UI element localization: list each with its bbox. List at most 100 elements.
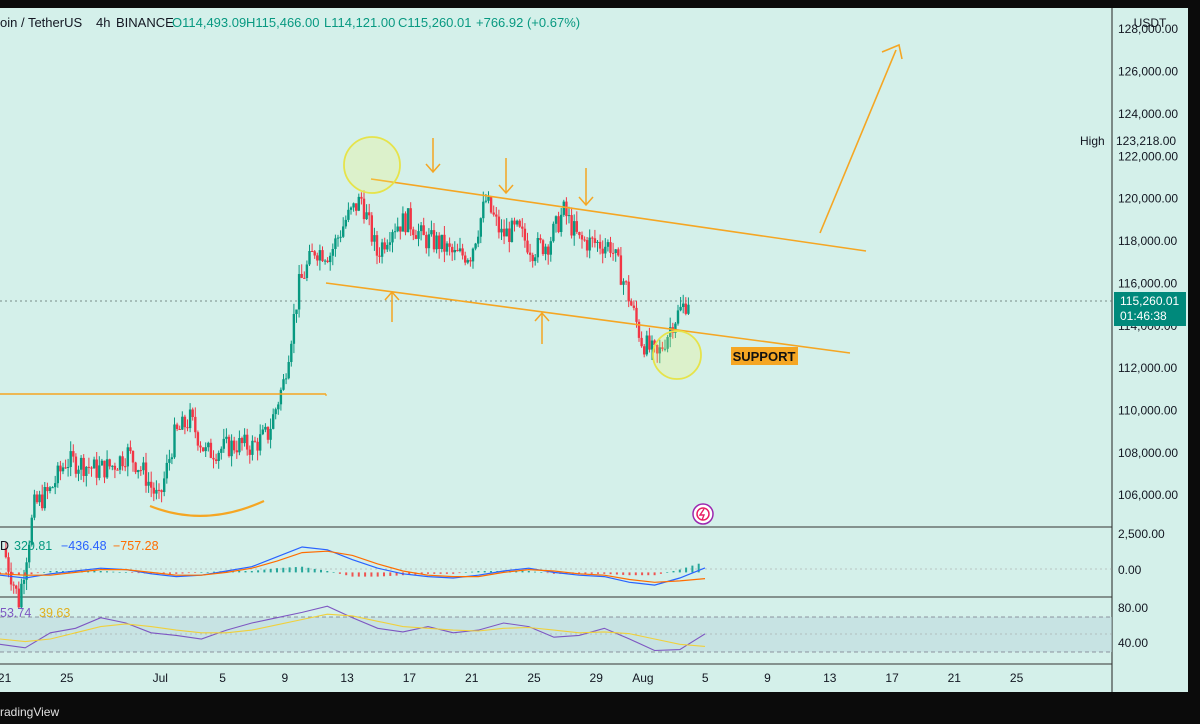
candle-body — [362, 198, 366, 220]
candle-body — [645, 335, 648, 355]
price-tick-label: 126,000.00 — [1118, 65, 1178, 79]
macd-histogram-bar — [169, 572, 171, 574]
macd-histogram-bar — [257, 570, 260, 573]
support-highlight-circle[interactable] — [652, 330, 702, 380]
candle-body — [269, 428, 272, 440]
candle-body — [54, 483, 57, 488]
candle-body — [233, 440, 236, 451]
candle-body — [549, 241, 552, 255]
macd-legend[interactable]: D 320.81 −436.48 −757.28 — [0, 539, 159, 553]
macd-histogram-bar — [238, 571, 241, 573]
macd-histogram-bar — [433, 572, 436, 574]
macd-histogram-bar — [206, 572, 209, 573]
macd-histogram-bar — [131, 572, 134, 573]
candle-body — [676, 310, 680, 324]
macd-histogram-bar — [332, 572, 335, 573]
macd-histogram-bar — [622, 572, 625, 575]
candle-body — [121, 456, 124, 467]
candle-body — [406, 208, 410, 233]
candle-body — [17, 588, 20, 608]
candle-body — [357, 196, 360, 211]
macd-legend-value: −757.28 — [113, 539, 159, 553]
macd-histogram-bar — [383, 572, 385, 577]
candle-body — [510, 220, 514, 242]
candle-body — [469, 260, 472, 262]
candle-body — [474, 243, 477, 249]
macd-histogram-bar — [376, 572, 379, 577]
candle-body — [92, 459, 96, 469]
macd-histogram-bar — [427, 572, 429, 574]
candle-body — [497, 216, 501, 233]
rsi-axis-tick: 40.00 — [1118, 636, 1148, 650]
candle-body — [87, 466, 91, 468]
open-value: O114,493.09 — [172, 15, 246, 30]
candle-body — [131, 451, 135, 463]
macd-histogram-bar — [628, 572, 631, 576]
price-tick-label: 124,000.00 — [1118, 107, 1178, 121]
peak-highlight-circle[interactable] — [343, 136, 401, 194]
candle-body — [279, 389, 283, 405]
price-tick-label: 118,000.00 — [1118, 234, 1177, 248]
macd-histogram-bar — [345, 572, 348, 576]
candle-body — [609, 242, 612, 253]
date-tick-label: 25 — [1010, 671, 1024, 685]
macd-legend-value: 320.81 — [14, 539, 52, 553]
candle-body — [173, 424, 176, 458]
candle-body — [380, 242, 384, 257]
candle-body — [51, 487, 54, 489]
candle-body — [360, 196, 363, 199]
candle-body — [456, 250, 459, 252]
exchange-label: BINANCE — [116, 15, 174, 30]
candle-body — [518, 220, 521, 227]
macd-histogram-bar — [213, 571, 215, 573]
candle-body — [225, 436, 228, 439]
chart[interactable]: SUPPORT oin / TetherUS 4h BINANCE O114,4… — [0, 0, 1200, 724]
candle-body — [500, 228, 503, 233]
candle-body — [222, 438, 225, 449]
candle-body — [181, 416, 184, 430]
candle-body — [297, 274, 301, 310]
candle-body — [422, 225, 425, 236]
candle-body — [103, 460, 106, 478]
macd-histogram-bar — [364, 572, 367, 577]
rsi-axis-tick: 80.00 — [1118, 601, 1148, 615]
price-tick-label: 116,000.00 — [1118, 276, 1177, 290]
candle-body — [334, 238, 337, 249]
candle-body — [147, 481, 150, 486]
candle-body — [282, 379, 285, 390]
candle-body — [220, 448, 223, 453]
macd-histogram-bar — [307, 567, 310, 573]
candle-body — [541, 240, 545, 255]
candle-body — [266, 426, 270, 440]
price-tick-label: 108,000.00 — [1118, 446, 1178, 460]
event-icon[interactable] — [692, 503, 714, 525]
candle-body — [489, 196, 493, 213]
macd-histogram-bar — [458, 572, 461, 574]
macd-histogram-bar — [534, 571, 536, 573]
candle-body — [614, 249, 617, 253]
candle-body — [435, 235, 438, 250]
macd-histogram-bar — [250, 571, 253, 573]
candle-body — [505, 228, 508, 237]
macd-histogram-bar — [181, 572, 184, 574]
candle-body — [508, 228, 511, 242]
candle-body — [139, 470, 142, 472]
macd-histogram-bar — [194, 572, 197, 573]
date-tick-label: Jul — [153, 671, 168, 685]
candle-body — [604, 246, 607, 254]
candle-body — [303, 277, 306, 279]
candle-body — [521, 226, 524, 229]
candle-body — [261, 429, 264, 435]
candle-body — [606, 242, 610, 247]
candle-body — [451, 246, 454, 253]
candle-body — [144, 462, 148, 486]
candle-body — [323, 260, 327, 262]
date-tick-label: 5 — [702, 671, 709, 685]
candle-body — [567, 215, 571, 217]
candle-body — [445, 243, 449, 252]
macd-histogram-bar — [370, 572, 373, 577]
candle-body — [461, 248, 464, 256]
candle-body — [118, 456, 122, 470]
candle-body — [163, 478, 166, 492]
candle-body — [238, 438, 241, 453]
